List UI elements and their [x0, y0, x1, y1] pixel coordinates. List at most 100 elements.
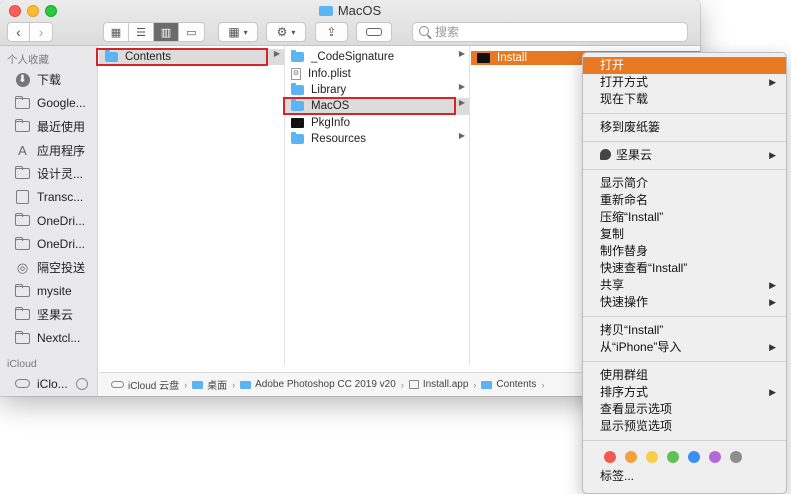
list-item[interactable]: ⚙ Info.plist [285, 65, 469, 81]
group-grid-icon: ▦ [228, 25, 240, 39]
tag-purple-dot[interactable] [709, 451, 721, 463]
folder-icon [15, 213, 30, 227]
tag-red-dot[interactable] [604, 451, 616, 463]
menu-item-copy[interactable]: 拷贝“Install” [583, 322, 786, 339]
tag-yellow-dot[interactable] [646, 451, 658, 463]
menu-item-quick-actions[interactable]: 快速操作 ▶ [583, 294, 786, 311]
sidebar-item-label: Nextcl... [37, 331, 81, 346]
menu-item-label: 坚果云 [616, 148, 653, 162]
sidebar-item-design[interactable]: 设计灵... [0, 162, 97, 186]
menu-separator [583, 113, 786, 114]
menu-item-label: 快速查看“Install” [600, 261, 688, 275]
item-label: _CodeSignature [311, 51, 395, 64]
sidebar-favorites-header: 个人收藏 [7, 54, 49, 66]
airdrop-icon: ◎ [16, 259, 29, 275]
folder-icon [291, 50, 304, 63]
column-view-button[interactable]: ▥ [154, 23, 179, 41]
menu-item-use-groups[interactable]: 使用群组 [583, 367, 786, 384]
menu-item-get-info[interactable]: 显示简介 [583, 175, 786, 192]
menu-item-label: 制作替身 [600, 244, 649, 258]
sidebar-item-label: 设计灵... [37, 167, 84, 182]
folder-icon [15, 330, 30, 345]
sidebar-item-jianguoyun[interactable]: 坚果云 [0, 303, 97, 327]
menu-item-quick-look[interactable]: 快速查看“Install” [583, 260, 786, 277]
list-item[interactable]: PkgInfo [285, 115, 469, 131]
sidebar-item-recents[interactable]: 最近使用 [0, 115, 97, 139]
path-segment[interactable]: Install.app [408, 379, 468, 390]
download-icon: ⬇ [15, 72, 30, 87]
menu-item-compress[interactable]: 压缩“Install” [583, 209, 786, 226]
menu-item-tags[interactable]: 标签... [583, 468, 786, 485]
chevron-right-icon: ▶ [458, 81, 465, 91]
back-button[interactable]: ‹ [8, 23, 30, 41]
window-title: MacOS [0, 3, 700, 18]
sidebar-item-google[interactable]: Google... [0, 92, 97, 116]
share-icon: ⇪ [326, 25, 337, 39]
sidebar-item-label: Transc... [37, 190, 84, 205]
sidebar-item-onedrive-2[interactable]: OneDri... [0, 233, 97, 257]
menu-item-jianguoyun[interactable]: 坚果云 ▶ [583, 147, 786, 164]
path-segment-label: iCloud 云盘 [128, 381, 180, 392]
submenu-arrow-icon: ▶ [769, 150, 776, 160]
sidebar-item-mysite[interactable]: mysite [0, 280, 97, 304]
menu-item-move-to-trash[interactable]: 移到废纸篓 [583, 119, 786, 136]
menu-item-make-alias[interactable]: 制作替身 [583, 243, 786, 260]
list-icon: ☰ [136, 26, 146, 39]
sidebar-item-applications[interactable]: A 应用程序 [0, 139, 97, 163]
plist-document-icon: ⚙ [291, 67, 301, 80]
sidebar-item-icloud-drive[interactable]: iClo... [0, 372, 97, 396]
menu-item-duplicate[interactable]: 复制 [583, 226, 786, 243]
path-segment-label: Contents [496, 379, 537, 390]
tags-button[interactable] [356, 22, 392, 42]
tag-gray-dot[interactable] [730, 451, 742, 463]
menu-item-download-now[interactable]: 现在下载 [583, 91, 786, 108]
menu-item-show-view-options[interactable]: 查看显示选项 [583, 401, 786, 418]
chevron-right-icon: › [541, 379, 545, 390]
list-item[interactable]: MacOS ▶ [285, 98, 469, 115]
sidebar-item-transcript[interactable]: Transc... [0, 186, 97, 210]
list-item[interactable]: Library ▶ [285, 82, 469, 98]
menu-item-sort-by[interactable]: 排序方式 ▶ [583, 384, 786, 401]
list-item[interactable]: Resources ▶ [285, 131, 469, 147]
tag-icon [366, 28, 382, 36]
action-button[interactable]: ⚙ ▾ [266, 22, 306, 42]
sidebar-item-label: mysite [37, 284, 72, 299]
forward-button[interactable]: › [30, 23, 52, 41]
sidebar-item-label: iClo... [37, 376, 68, 391]
chevron-right-icon: ▶ [273, 49, 280, 58]
tag-green-dot[interactable] [667, 451, 679, 463]
list-item[interactable]: _CodeSignature ▶ [285, 49, 469, 65]
sidebar-item-label: 应用程序 [37, 143, 86, 158]
history-nav: ‹ › [7, 22, 53, 42]
sidebar-item-label: Google... [37, 96, 86, 111]
menu-separator [583, 361, 786, 362]
path-segment[interactable]: Contents [481, 379, 536, 390]
sidebar-item-onedrive-1[interactable]: OneDri... [0, 209, 97, 233]
folder-icon [291, 99, 304, 112]
menu-item-share[interactable]: 共享 ▶ [583, 277, 786, 294]
chevron-right-icon: › [400, 379, 404, 390]
sidebar-item-downloads[interactable]: ⬇ 下载 [0, 68, 97, 92]
path-segment[interactable]: iCloud 云盘 [111, 377, 179, 392]
menu-item-open[interactable]: 打开 [583, 57, 786, 74]
submenu-arrow-icon: ▶ [769, 77, 776, 87]
sidebar-item-nextcloud[interactable]: Nextcl... [0, 327, 97, 351]
search-field[interactable]: 搜索 [412, 22, 688, 42]
path-segment[interactable]: Adobe Photoshop CC 2019 v20 [240, 379, 396, 390]
menu-item-import-from-iphone[interactable]: 从“iPhone”导入 ▶ [583, 339, 786, 356]
gear-icon: ⚙ [276, 25, 288, 39]
tag-blue-dot[interactable] [688, 451, 700, 463]
share-button[interactable]: ⇪ [315, 22, 348, 42]
menu-item-show-preview-options[interactable]: 显示预览选项 [583, 418, 786, 435]
group-button[interactable]: ▦ ▾ [218, 22, 258, 42]
tag-orange-dot[interactable] [625, 451, 637, 463]
sidebar-item-airdrop[interactable]: ◎ 隔空投送 [0, 256, 97, 280]
list-view-button[interactable]: ☰ [129, 23, 154, 41]
path-segment[interactable]: 桌面 [192, 377, 227, 392]
list-item[interactable]: Contents ▶ [99, 49, 284, 66]
menu-item-open-with[interactable]: 打开方式 ▶ [583, 74, 786, 91]
menu-separator [583, 440, 786, 441]
icon-view-button[interactable]: ▦ [104, 23, 129, 41]
gallery-view-button[interactable]: ▭ [179, 23, 204, 41]
menu-item-rename[interactable]: 重新命名 [583, 192, 786, 209]
